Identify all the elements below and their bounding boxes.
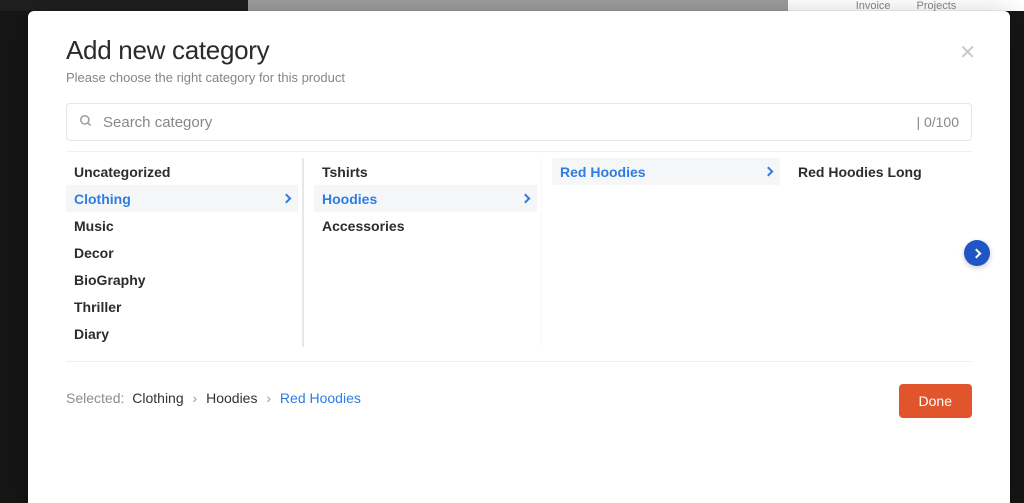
column-1: Uncategorized Clothing Music Decor BioGraphy… [66, 158, 304, 347]
done-button[interactable]: Done [899, 384, 972, 418]
category-item-tshirts[interactable]: Tshirts [314, 158, 537, 185]
category-item-uncategorized[interactable]: Uncategorized [66, 158, 298, 185]
divider [66, 361, 972, 362]
category-item-biography[interactable]: BioGraphy [66, 266, 298, 293]
category-item-label: Red Hoodies [560, 164, 646, 180]
category-item-label: Clothing [74, 191, 131, 207]
breadcrumb-part: Clothing [132, 390, 183, 406]
bg-nav-white: Invoice Projects [788, 0, 1024, 11]
category-item-hoodies[interactable]: Hoodies [314, 185, 537, 212]
bg-content-grey [248, 0, 788, 11]
column-3: Red Hoodies [542, 158, 780, 347]
modal-footer: Selected: Clothing › Hoodies › Red Hoodi… [66, 378, 972, 418]
category-columns: Uncategorized Clothing Music Decor BioGraphy… [66, 151, 972, 355]
category-item-red-hoodies[interactable]: Red Hoodies [552, 158, 780, 185]
bg-sidebar [0, 0, 248, 11]
category-item-thriller[interactable]: Thriller [66, 293, 298, 320]
chevron-right-icon [521, 194, 531, 204]
category-item-label: Thriller [74, 299, 121, 315]
category-item-label: Red Hoodies Long [798, 164, 922, 180]
breadcrumb-label: Selected: [66, 390, 124, 406]
search-input[interactable] [103, 114, 916, 131]
column-2: Tshirts Hoodies Accessories [304, 158, 542, 347]
category-item-music[interactable]: Music [66, 212, 298, 239]
chevron-right-icon [764, 167, 774, 177]
modal-header: Add new category Please choose the right… [66, 35, 972, 85]
breadcrumb-part-current: Red Hoodies [280, 390, 361, 406]
modal-title: Add new category [66, 35, 972, 66]
category-item-label: Accessories [322, 218, 405, 234]
category-item-label: Decor [74, 245, 114, 261]
breadcrumb-part: Hoodies [206, 390, 257, 406]
modal-subtitle: Please choose the right category for thi… [66, 70, 972, 85]
chevron-right-icon [971, 248, 981, 258]
category-item-label: Music [74, 218, 114, 234]
category-item-decor[interactable]: Decor [66, 239, 298, 266]
breadcrumb: Selected: Clothing › Hoodies › Red Hoodi… [66, 390, 361, 406]
category-item-red-hoodies-long[interactable]: Red Hoodies Long [790, 158, 972, 185]
category-modal: Add new category Please choose the right… [28, 11, 1010, 503]
search-icon [79, 114, 93, 131]
breadcrumb-separator: › [266, 390, 271, 406]
column-4: Red Hoodies Long [780, 158, 972, 347]
category-item-accessories[interactable]: Accessories [314, 212, 537, 239]
search-counter: | 0/100 [916, 114, 959, 130]
category-item-label: BioGraphy [74, 272, 146, 288]
category-item-label: Tshirts [322, 164, 368, 180]
background-topbar: Invoice Projects [0, 0, 1024, 11]
category-item-label: Diary [74, 326, 109, 342]
category-item-clothing[interactable]: Clothing [66, 185, 298, 212]
category-item-label: Uncategorized [74, 164, 170, 180]
search-bar[interactable]: | 0/100 [66, 103, 972, 141]
category-item-diary[interactable]: Diary [66, 320, 298, 347]
close-icon[interactable]: ✕ [959, 43, 976, 63]
nav-item-invoice[interactable]: Invoice [856, 0, 891, 12]
scroll-right-button[interactable] [964, 240, 990, 266]
category-item-label: Hoodies [322, 191, 377, 207]
chevron-right-icon [282, 194, 292, 204]
breadcrumb-separator: › [193, 390, 198, 406]
nav-item-projects[interactable]: Projects [917, 0, 957, 12]
